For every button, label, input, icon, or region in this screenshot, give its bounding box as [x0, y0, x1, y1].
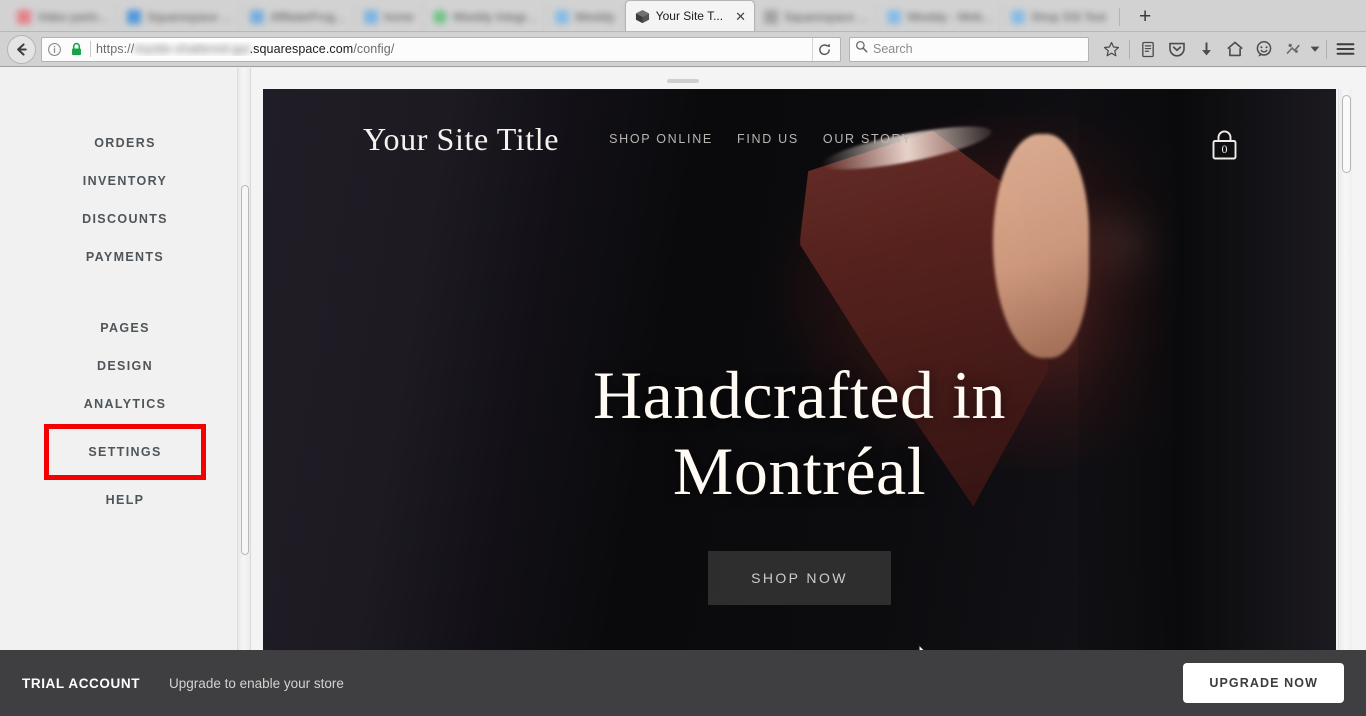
site-preview[interactable]: Your Site Title SHOP ONLINE FIND US OUR …: [263, 89, 1336, 650]
sidebar-item-design[interactable]: DESIGN: [0, 347, 250, 385]
hero-copy: Handcrafted in Montréal SHOP NOW: [263, 357, 1336, 605]
sidebar-item-settings[interactable]: SETTINGS: [44, 424, 206, 480]
sidebar-nav-list: ORDERS INVENTORY DISCOUNTS PAYMENTS PAGE…: [0, 68, 250, 519]
search-icon: [855, 40, 868, 58]
toolbar-divider: [1129, 39, 1130, 59]
search-placeholder: Search: [873, 42, 913, 56]
home-icon[interactable]: [1221, 35, 1249, 63]
reload-icon[interactable]: [812, 37, 836, 61]
config-sidebar: ORDERS INVENTORY DISCOUNTS PAYMENTS PAGE…: [0, 68, 251, 716]
trial-account-bar: TRIAL ACCOUNT Upgrade to enable your sto…: [0, 650, 1366, 716]
sidebar-item-discounts[interactable]: DISCOUNTS: [0, 200, 250, 238]
tab-favicon: [17, 10, 31, 24]
toolbar-divider: [1326, 39, 1327, 59]
url-text: https://mysite-shattered-gui.squarespace…: [96, 42, 807, 56]
sidebar-item-inventory[interactable]: INVENTORY: [0, 162, 250, 200]
cart-button[interactable]: 0: [1205, 129, 1244, 164]
hero-headline-line1: Handcrafted in: [593, 357, 1006, 433]
url-path: /config/: [353, 42, 395, 56]
cart-count: 0: [1221, 142, 1228, 156]
sidebar-item-payments[interactable]: PAYMENTS: [0, 238, 250, 276]
sidebar-item-analytics[interactable]: ANALYTICS: [0, 385, 250, 423]
url-scheme: https://: [96, 42, 135, 56]
tab-title: Squarespace ...: [784, 10, 869, 24]
site-title: Your Site Title: [363, 120, 560, 157]
tab-favicon: [432, 10, 447, 24]
nav-link-find-us[interactable]: FIND US: [737, 132, 799, 146]
tab-title: Your Site T...: [655, 9, 724, 23]
tab-divider: [1119, 8, 1121, 26]
browser-tab[interactable]: AffiliateProg...: [241, 3, 355, 31]
browser-tab[interactable]: Weebly: [546, 3, 625, 31]
tab-favicon: [250, 10, 265, 24]
tab-title: Weebly: [574, 10, 615, 24]
upgrade-now-button[interactable]: UPGRADE NOW: [1183, 663, 1344, 703]
nav-link-our-story[interactable]: OUR STORY: [823, 132, 912, 146]
sidebar-scrollbar-thumb[interactable]: [241, 185, 249, 555]
url-host: .squarespace.com: [249, 42, 354, 56]
browser-tab[interactable]: Squarespace ...: [755, 3, 879, 31]
hamburger-menu-icon[interactable]: [1331, 35, 1359, 63]
url-divider: [90, 41, 91, 57]
sidebar-group-divider: [0, 276, 250, 309]
tab-favicon: [127, 10, 142, 24]
new-tab-button[interactable]: +: [1130, 3, 1160, 31]
tab-title: Weebly Integr...: [452, 10, 536, 24]
site-header: Your Site Title SHOP ONLINE FIND US OUR …: [263, 89, 1336, 189]
trial-label: TRIAL ACCOUNT: [22, 675, 141, 691]
tab-title: Shop SSl Test: [1030, 10, 1107, 24]
toolbar-icon-row: [1097, 35, 1359, 63]
tab-title: Squarespace ...: [147, 10, 232, 24]
messenger-icon[interactable]: [1250, 35, 1278, 63]
bookmark-star-icon[interactable]: [1097, 35, 1125, 63]
site-nav: SHOP ONLINE FIND US OUR STORY: [609, 132, 912, 146]
sidebar-item-orders[interactable]: ORDERS: [0, 124, 250, 162]
hero-headline-line2: Montréal: [672, 433, 927, 509]
browser-tab-active[interactable]: Your Site T... ✕: [624, 0, 755, 31]
chevron-down-icon[interactable]: [1308, 35, 1322, 63]
pocket-icon[interactable]: [1163, 35, 1191, 63]
browser-tab[interactable]: Weebly - Web...: [878, 3, 1002, 31]
navigation-toolbar: https://mysite-shattered-gui.squarespace…: [0, 32, 1366, 67]
tab-favicon: [764, 10, 778, 24]
sidebar-scrollbar[interactable]: [237, 68, 250, 716]
tab-favicon: [554, 10, 569, 24]
close-icon[interactable]: ✕: [731, 8, 750, 25]
browser-tab[interactable]: Shop SSl Test: [1002, 3, 1115, 31]
browser-tab[interactable]: Video partn...: [8, 3, 119, 31]
tab-favicon: [363, 10, 378, 24]
browser-tab[interactable]: Weebly Integr...: [424, 3, 546, 31]
page-viewport: ORDERS INVENTORY DISCOUNTS PAYMENTS PAGE…: [0, 68, 1366, 716]
shop-now-button[interactable]: SHOP NOW: [708, 551, 891, 605]
tab-title: Video partn...: [37, 10, 109, 24]
tab-title: AffiliateProg...: [270, 10, 345, 24]
extension-icon[interactable]: [1279, 35, 1307, 63]
sidebar-item-help[interactable]: HELP: [0, 481, 250, 519]
url-redacted: mysite-shattered-gui: [134, 42, 250, 56]
url-bar[interactable]: https://mysite-shattered-gui.squarespace…: [41, 36, 841, 62]
tab-favicon: [1010, 10, 1025, 24]
trial-message: Upgrade to enable your store: [169, 675, 344, 691]
sidebar-item-pages[interactable]: PAGES: [0, 309, 250, 347]
tab-bar: Video partn... Squarespace ... Affiliate…: [0, 0, 1366, 32]
tab-favicon: [887, 10, 902, 24]
cube-icon: [635, 9, 649, 23]
preview-scrollbar-thumb[interactable]: [1342, 95, 1351, 173]
downloads-icon[interactable]: [1192, 35, 1220, 63]
panel-drag-handle[interactable]: [667, 79, 699, 83]
back-button[interactable]: [7, 34, 36, 64]
browser-tab[interactable]: home: [355, 3, 424, 31]
page-info-icon[interactable]: [46, 42, 63, 57]
tab-title: Weebly - Web...: [907, 10, 992, 24]
nav-link-shop-online[interactable]: SHOP ONLINE: [609, 132, 713, 146]
preview-scrollbar[interactable]: [1338, 89, 1352, 650]
lock-icon[interactable]: [68, 42, 85, 57]
search-input[interactable]: Search: [849, 36, 1089, 62]
tab-title: home: [383, 10, 414, 24]
browser-tab[interactable]: Squarespace ...: [118, 3, 242, 31]
browser-window: Video partn... Squarespace ... Affiliate…: [0, 0, 1366, 716]
library-icon[interactable]: [1134, 35, 1162, 63]
